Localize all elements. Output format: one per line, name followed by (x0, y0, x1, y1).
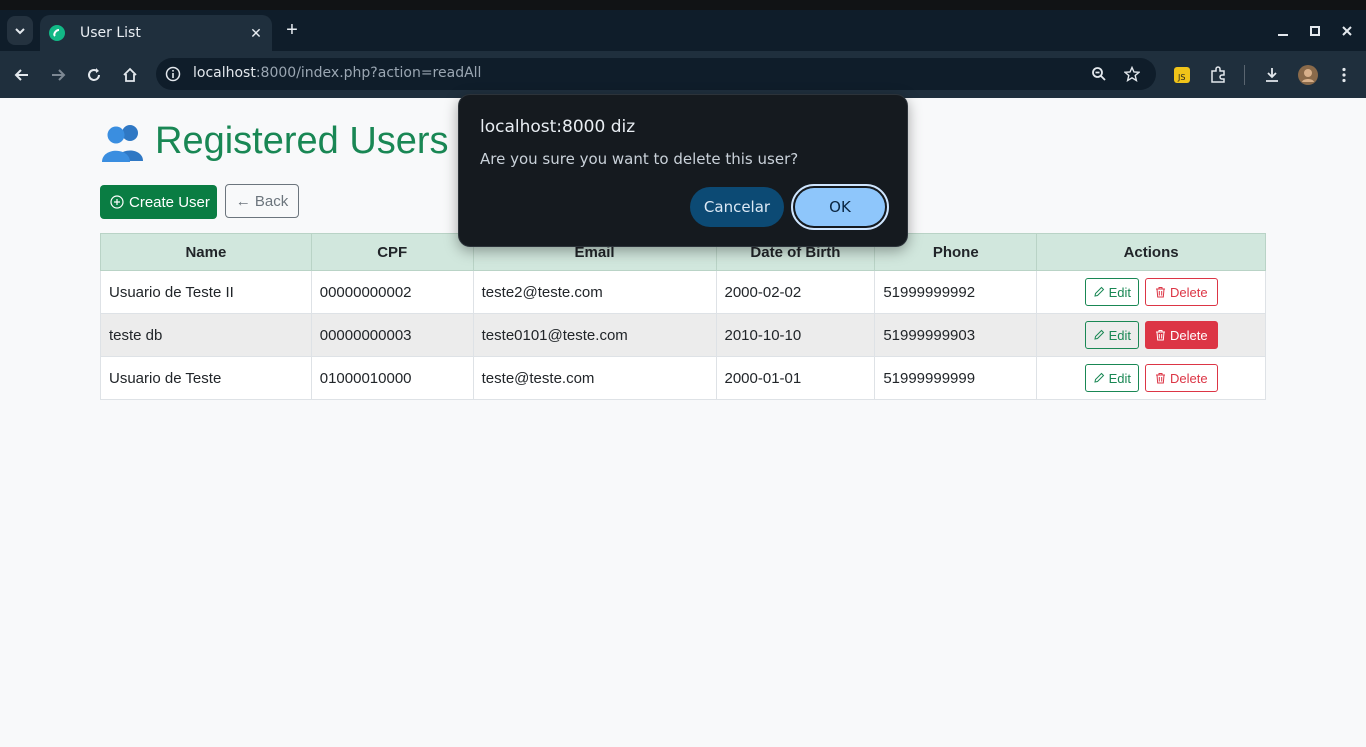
reload-icon[interactable] (82, 63, 106, 87)
window-top-strip (0, 0, 1366, 10)
extensions-puzzle-icon[interactable] (1208, 65, 1228, 85)
delete-button[interactable]: Delete (1145, 364, 1218, 392)
page-title: Registered Users (155, 120, 449, 162)
chevron-down-icon (15, 27, 25, 34)
download-icon[interactable] (1262, 65, 1282, 85)
page-heading: Registered Users (100, 120, 449, 163)
cell-actions: Edit Delete (1036, 270, 1266, 314)
cell-actions: Edit Delete (1036, 356, 1266, 400)
profile-avatar-icon[interactable] (1298, 65, 1318, 85)
cell-cpf: 00000000003 (310, 313, 474, 357)
cell-name: teste db (100, 313, 312, 357)
toolbar-separator (1244, 65, 1245, 85)
browser-toolbar: localhost:8000/index.php?action=readAll … (0, 51, 1366, 98)
js-extension-icon[interactable]: JS (1172, 65, 1192, 85)
edit-label: Edit (1108, 370, 1132, 386)
delete-label: Delete (1170, 327, 1208, 343)
tab-title: User List (80, 25, 141, 41)
table-row: Usuario de Teste II 00000000002 teste2@t… (100, 270, 1266, 314)
cancel-button[interactable]: Cancelar (690, 187, 784, 227)
cell-actions: Edit Delete (1036, 313, 1266, 357)
cell-name: Usuario de Teste II (100, 270, 312, 314)
edit-label: Edit (1108, 327, 1132, 343)
column-header-name: Name (100, 233, 312, 271)
table-row: teste db 00000000003 teste0101@teste.com… (100, 313, 1266, 357)
trash-icon (1156, 330, 1166, 341)
tab-bar: User List ✕ + (0, 10, 1366, 51)
new-tab-button[interactable]: + (282, 20, 302, 40)
ok-button-label: OK (795, 188, 885, 226)
close-window-icon[interactable] (1338, 22, 1356, 40)
delete-button-active[interactable]: Delete (1145, 321, 1218, 349)
maximize-icon[interactable] (1306, 22, 1324, 40)
cell-name: Usuario de Teste (100, 356, 312, 400)
edit-button[interactable]: Edit (1084, 321, 1140, 349)
cell-cpf: 00000000002 (310, 270, 474, 314)
cell-phone: 51999999992 (874, 270, 1038, 314)
delete-label: Delete (1170, 284, 1208, 300)
trash-icon (1156, 373, 1166, 384)
cell-email: teste2@teste.com (472, 270, 717, 314)
address-bar[interactable]: localhost:8000/index.php?action=readAll (156, 58, 1156, 90)
column-header-actions: Actions (1036, 233, 1266, 271)
back-button[interactable]: ← Back (225, 184, 299, 218)
pencil-icon (1093, 372, 1104, 383)
cell-phone: 51999999903 (874, 313, 1038, 357)
cell-dob: 2000-01-01 (715, 356, 876, 400)
dialog-message: Are you sure you want to delete this use… (480, 150, 799, 168)
pencil-icon (1093, 286, 1104, 297)
users-table: Name CPF Email Date of Birth Phone Actio… (100, 233, 1266, 400)
url-path: :8000/index.php?action=readAll (255, 65, 482, 81)
bookmark-star-icon[interactable] (1123, 65, 1141, 83)
minimize-icon[interactable] (1274, 22, 1292, 40)
cell-email: teste@teste.com (472, 356, 717, 400)
url-text: localhost:8000/index.php?action=readAll (193, 65, 481, 81)
site-info-icon[interactable] (165, 66, 181, 82)
trash-icon (1156, 287, 1166, 298)
create-user-label: Create User (129, 193, 210, 211)
pencil-icon (1093, 329, 1104, 340)
dialog-title: localhost:8000 diz (480, 117, 636, 137)
menu-kebab-icon[interactable] (1334, 65, 1354, 85)
cell-dob: 2010-10-10 (715, 313, 876, 357)
delete-label: Delete (1170, 370, 1208, 386)
tab-search-button[interactable] (7, 16, 33, 45)
confirm-dialog: localhost:8000 diz Are you sure you want… (458, 94, 908, 247)
delete-button[interactable]: Delete (1145, 278, 1218, 306)
column-header-cpf: CPF (310, 233, 474, 271)
cell-cpf: 01000010000 (310, 356, 474, 400)
edit-label: Edit (1108, 284, 1132, 300)
table-row: Usuario de Teste 01000010000 teste@teste… (100, 356, 1266, 400)
plus-circle-icon (110, 195, 124, 209)
cell-dob: 2000-02-02 (715, 270, 876, 314)
ok-button[interactable]: OK (791, 184, 889, 230)
forward-arrow-icon[interactable] (46, 63, 70, 87)
edit-button[interactable]: Edit (1084, 278, 1140, 306)
back-button-label: ← Back (235, 192, 289, 210)
close-tab-icon[interactable]: ✕ (246, 23, 266, 43)
url-host: localhost (193, 65, 256, 81)
back-arrow-icon[interactable] (10, 63, 34, 87)
edit-button[interactable]: Edit (1084, 364, 1140, 392)
home-icon[interactable] (118, 63, 142, 87)
cell-phone: 51999999999 (874, 356, 1038, 400)
create-user-button[interactable]: Create User (100, 185, 217, 219)
cell-email: teste0101@teste.com (472, 313, 717, 357)
users-icon (102, 124, 143, 162)
svg-text:JS: JS (1177, 73, 1185, 82)
zoom-icon[interactable] (1090, 65, 1108, 83)
browser-tab[interactable]: User List ✕ (40, 15, 272, 51)
app-favicon-icon (49, 25, 65, 41)
